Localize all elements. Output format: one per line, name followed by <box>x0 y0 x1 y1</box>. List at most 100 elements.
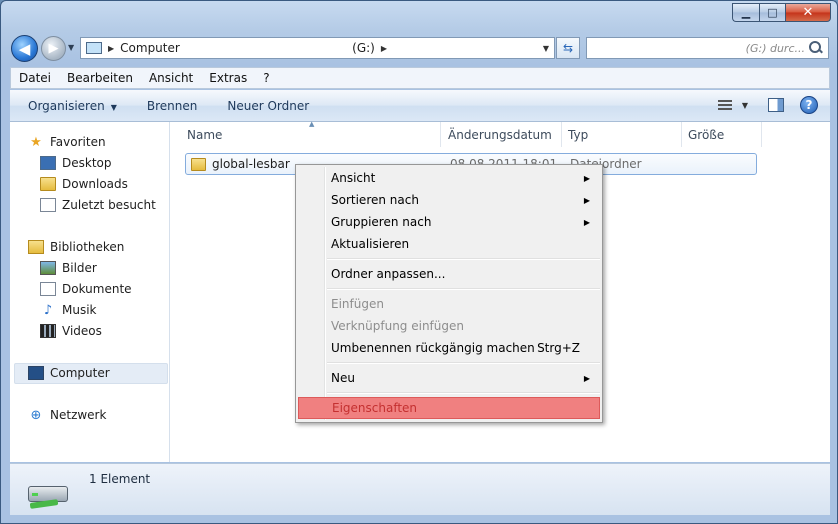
close-button[interactable]: ✕ <box>785 3 831 22</box>
ctx-properties[interactable]: Eigenschaften <box>298 397 600 419</box>
ctx-label: Aktualisieren <box>331 237 410 251</box>
nav-label: Desktop <box>62 156 112 170</box>
refresh-icon: ⇆ <box>562 41 574 55</box>
search-placeholder: (G:) durc... <box>745 41 805 55</box>
address-dropdown-icon[interactable]: ▼ <box>543 44 549 53</box>
ctx-label: Umbenennen rückgängig machen <box>331 341 535 355</box>
back-button[interactable]: ◀ <box>11 35 38 62</box>
nav-label: Downloads <box>62 177 128 191</box>
ctx-label: Verknüpfung einfügen <box>331 319 464 333</box>
nav-label: Musik <box>62 303 97 317</box>
nav-label: Zuletzt besucht <box>62 198 156 212</box>
command-bar: Organisieren ▼ Brennen Neuer Ordner ▼ ? <box>10 90 830 122</box>
help-icon[interactable]: ? <box>800 96 818 114</box>
ctx-refresh[interactable]: Aktualisieren <box>298 233 600 255</box>
caption-buttons: ▁ □ ✕ <box>732 3 831 22</box>
nav-documents[interactable]: Dokumente <box>40 279 132 299</box>
network-icon: ⊕ <box>30 407 42 423</box>
column-header-name[interactable]: Name <box>181 122 441 147</box>
ctx-label: Gruppieren nach <box>331 215 432 229</box>
nav-label: Videos <box>62 324 102 338</box>
ctx-label: Ordner anpassen... <box>331 267 446 281</box>
chevron-right-icon[interactable]: ▶ <box>381 44 387 53</box>
column-header-type[interactable]: Typ <box>562 122 682 147</box>
ctx-separator <box>327 258 600 260</box>
search-icon[interactable] <box>809 41 823 55</box>
nav-network[interactable]: ⊕ Netzwerk <box>28 405 107 425</box>
nav-label: Bibliotheken <box>50 240 125 254</box>
ctx-shortcut: Strg+Z <box>537 341 580 355</box>
chevron-down-icon: ▼ <box>110 102 117 112</box>
navigation-pane[interactable]: ★ Favoriten Desktop Downloads Zuletzt bes… <box>10 122 170 462</box>
ctx-sort-by[interactable]: Sortieren nach ▶ <box>298 189 600 211</box>
menu-bearbeiten[interactable]: Bearbeiten <box>67 71 133 85</box>
maximize-button[interactable]: □ <box>759 3 785 22</box>
nav-pictures[interactable]: Bilder <box>40 258 97 278</box>
minimize-button[interactable]: ▁ <box>732 3 759 22</box>
ctx-separator <box>327 362 600 364</box>
breadcrumb-drive[interactable]: (G:) <box>352 41 375 55</box>
ctx-group-by[interactable]: Gruppieren nach ▶ <box>298 211 600 233</box>
column-header-date[interactable]: Änderungsdatum <box>442 122 562 147</box>
menu-ansicht[interactable]: Ansicht <box>149 71 193 85</box>
chevron-right-icon[interactable]: ▶ <box>108 44 114 53</box>
computer-icon <box>28 366 44 380</box>
nav-label: Netzwerk <box>50 408 107 422</box>
maximize-icon: □ <box>767 6 778 19</box>
submenu-arrow-icon: ▶ <box>583 195 590 205</box>
new-folder-button[interactable]: Neuer Ordner <box>227 99 309 113</box>
views-dropdown-icon[interactable]: ▼ <box>742 101 748 110</box>
usb-drive-icon <box>28 474 70 509</box>
item-count: 1 Element <box>89 472 151 486</box>
column-header-size[interactable]: Größe <box>682 122 762 147</box>
menu-datei[interactable]: Datei <box>19 71 51 85</box>
nav-favorites[interactable]: ★ Favoriten <box>28 132 106 152</box>
downloads-folder-icon <box>40 177 56 191</box>
videos-icon <box>40 324 56 338</box>
ctx-paste-shortcut: Verknüpfung einfügen <box>298 315 600 337</box>
burn-button[interactable]: Brennen <box>147 99 197 113</box>
libraries-icon <box>28 240 44 254</box>
documents-icon <box>40 282 56 296</box>
recent-places-icon <box>40 198 56 212</box>
nav-videos[interactable]: Videos <box>40 321 102 341</box>
computer-icon <box>86 42 102 54</box>
search-input[interactable]: (G:) durc... <box>586 37 829 59</box>
ctx-undo-rename[interactable]: Umbenennen rückgängig machen Strg+Z <box>298 337 600 359</box>
ctx-separator <box>327 392 600 394</box>
nav-computer[interactable]: Computer <box>28 363 110 383</box>
nav-label: Favoriten <box>50 135 106 149</box>
status-bar: 1 Element <box>10 463 830 515</box>
ctx-view[interactable]: Ansicht ▶ <box>298 167 600 189</box>
nav-libraries[interactable]: Bibliotheken <box>28 237 124 257</box>
organize-button[interactable]: Organisieren ▼ <box>28 99 117 113</box>
nav-downloads[interactable]: Downloads <box>40 174 128 194</box>
submenu-arrow-icon: ▶ <box>583 217 590 227</box>
submenu-arrow-icon: ▶ <box>583 373 590 383</box>
ctx-customize-folder[interactable]: Ordner anpassen... <box>298 263 600 285</box>
nav-label: Dokumente <box>62 282 132 296</box>
view-controls: ▼ ? <box>717 96 818 114</box>
forward-arrow-icon: ▶ <box>48 41 59 56</box>
nav-music[interactable]: ♪ Musik <box>40 300 97 320</box>
back-arrow-icon: ◀ <box>18 39 31 58</box>
menu-help[interactable]: ? <box>263 71 269 85</box>
address-bar[interactable]: ▶ Computer (G:) ▶ ▼ <box>80 37 555 59</box>
nav-recent[interactable]: Zuletzt besucht <box>40 195 156 215</box>
menu-extras[interactable]: Extras <box>209 71 247 85</box>
forward-button[interactable]: ▶ <box>41 36 66 61</box>
nav-desktop[interactable]: Desktop <box>40 153 112 173</box>
close-icon: ✕ <box>802 5 814 20</box>
ctx-label: Einfügen <box>331 297 384 311</box>
recent-pages-dropdown[interactable]: ▼ <box>68 43 74 52</box>
refresh-button[interactable]: ⇆ <box>556 37 580 59</box>
breadcrumb-computer[interactable]: Computer <box>120 41 352 55</box>
music-icon: ♪ <box>43 302 53 318</box>
preview-pane-icon[interactable] <box>768 98 784 112</box>
desktop-icon <box>40 156 56 170</box>
ctx-new[interactable]: Neu ▶ <box>298 367 600 389</box>
context-menu: Ansicht ▶ Sortieren nach ▶ Gruppieren nach… <box>295 164 603 423</box>
pictures-icon <box>40 261 56 275</box>
views-icon[interactable] <box>717 99 736 111</box>
nav-label: Computer <box>50 366 110 380</box>
